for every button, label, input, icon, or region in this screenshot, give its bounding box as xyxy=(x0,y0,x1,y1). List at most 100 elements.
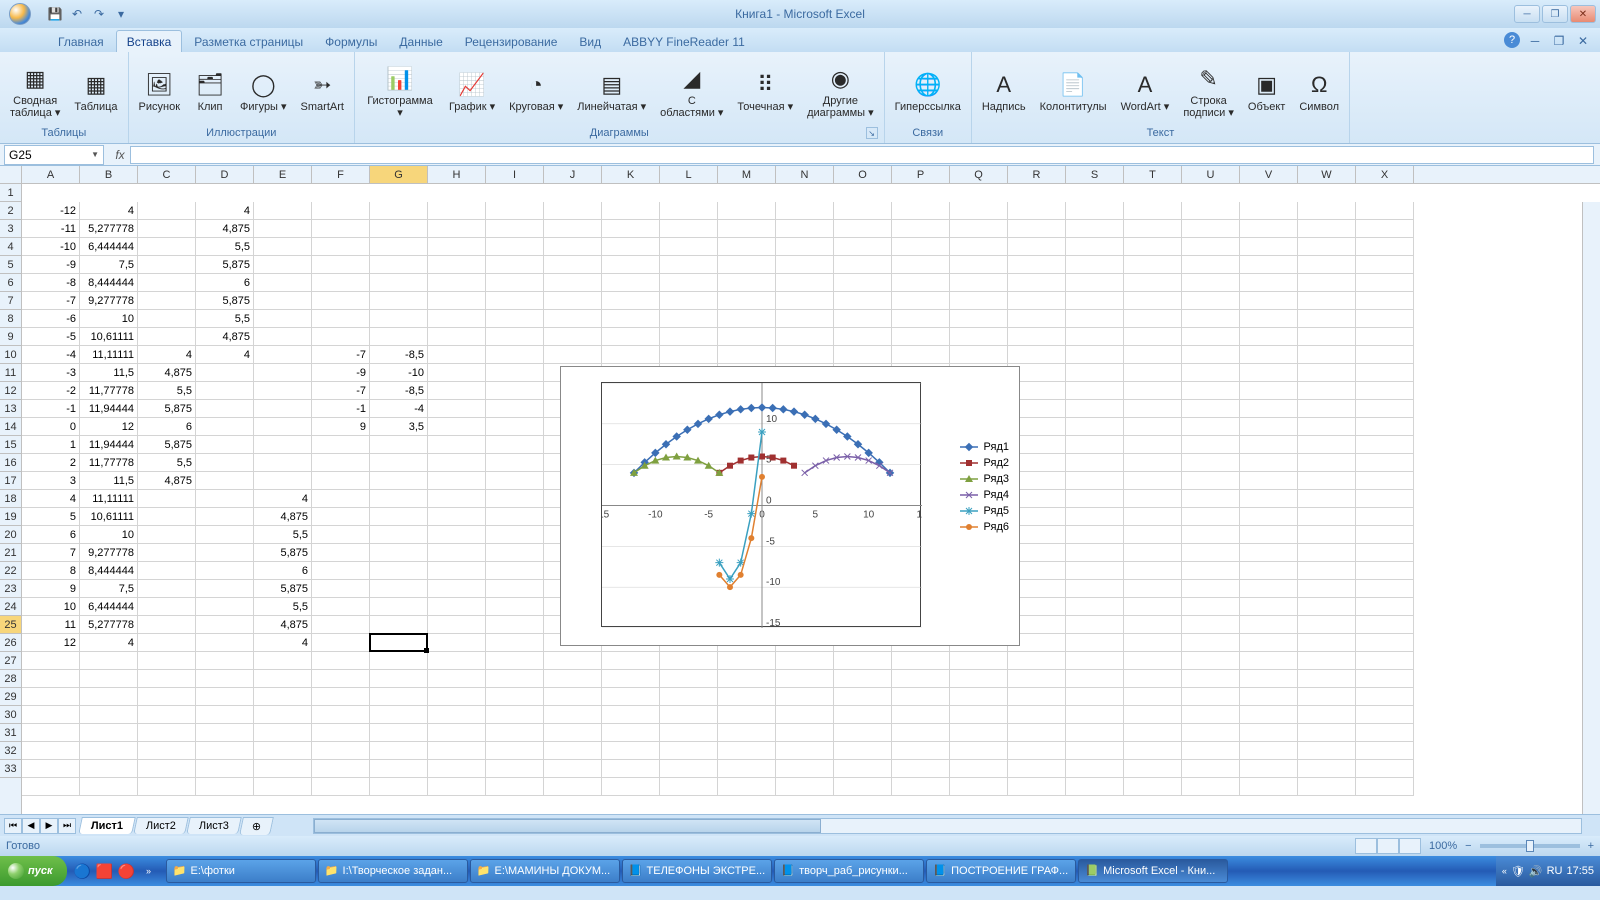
cell[interactable] xyxy=(1182,220,1240,238)
signature-button[interactable]: ✎Строкаподписи ▾ xyxy=(1179,61,1238,121)
embedded-chart[interactable]: -15-10-5051015-15-10-5051015Ряд1Ряд2Ряд3… xyxy=(560,366,1020,646)
view-normal[interactable] xyxy=(1355,838,1377,854)
cell[interactable] xyxy=(1240,544,1298,562)
cell[interactable] xyxy=(660,670,718,688)
cell[interactable] xyxy=(834,274,892,292)
cell[interactable] xyxy=(428,472,486,490)
cell[interactable] xyxy=(428,220,486,238)
new-sheet-button[interactable]: ⊕ xyxy=(239,817,274,835)
ql-app-icon[interactable]: 🟥 xyxy=(95,860,115,882)
cell[interactable] xyxy=(776,274,834,292)
cell[interactable] xyxy=(950,778,1008,796)
legend-item[interactable]: Ряд4 xyxy=(960,489,1009,501)
cell[interactable] xyxy=(254,364,312,382)
cell[interactable] xyxy=(428,760,486,778)
cell[interactable]: 1 xyxy=(22,436,80,454)
cell[interactable] xyxy=(428,634,486,652)
cell[interactable] xyxy=(1240,328,1298,346)
cell[interactable] xyxy=(1356,436,1414,454)
cell[interactable]: 10,61111 xyxy=(80,508,138,526)
column-header[interactable]: J xyxy=(544,166,602,183)
cell[interactable] xyxy=(892,256,950,274)
taskbar-task[interactable]: 📗Microsoft Excel - Кни... xyxy=(1078,859,1228,883)
cell[interactable] xyxy=(138,274,196,292)
cell[interactable]: 4 xyxy=(254,490,312,508)
ribbon-tab-3[interactable]: Формулы xyxy=(315,31,387,52)
row-header[interactable]: 4 xyxy=(0,238,21,256)
column-header[interactable]: C xyxy=(138,166,196,183)
cell[interactable] xyxy=(312,616,370,634)
cell[interactable]: 11,77778 xyxy=(80,382,138,400)
column-header[interactable]: T xyxy=(1124,166,1182,183)
cell[interactable] xyxy=(1240,220,1298,238)
cell[interactable] xyxy=(196,670,254,688)
cell[interactable] xyxy=(1298,382,1356,400)
cell[interactable] xyxy=(1240,274,1298,292)
cell[interactable] xyxy=(1298,220,1356,238)
ribbon-tab-7[interactable]: ABBYY FineReader 11 xyxy=(613,31,755,52)
cell[interactable] xyxy=(312,526,370,544)
cell[interactable] xyxy=(1240,310,1298,328)
cell[interactable] xyxy=(196,472,254,490)
cell[interactable] xyxy=(776,760,834,778)
cell[interactable] xyxy=(370,310,428,328)
cell[interactable] xyxy=(138,634,196,652)
cell[interactable] xyxy=(1298,490,1356,508)
cell[interactable] xyxy=(1356,328,1414,346)
cell[interactable] xyxy=(370,724,428,742)
ribbon-tab-0[interactable]: Главная xyxy=(48,31,114,52)
cell[interactable] xyxy=(80,760,138,778)
cell[interactable] xyxy=(312,256,370,274)
cell[interactable] xyxy=(254,436,312,454)
cell[interactable] xyxy=(22,670,80,688)
cell[interactable]: 5,875 xyxy=(196,292,254,310)
ql-expand[interactable]: » xyxy=(139,860,159,882)
qat-customize[interactable]: ▾ xyxy=(112,5,130,23)
vertical-scrollbar[interactable] xyxy=(1582,202,1600,814)
cell[interactable] xyxy=(1124,382,1182,400)
column-header[interactable]: R xyxy=(1008,166,1066,183)
cell[interactable] xyxy=(776,202,834,220)
cell[interactable] xyxy=(1240,202,1298,220)
cell[interactable] xyxy=(1240,742,1298,760)
cell[interactable] xyxy=(138,706,196,724)
cell[interactable] xyxy=(660,724,718,742)
cell[interactable] xyxy=(254,274,312,292)
cell[interactable] xyxy=(1066,508,1124,526)
sheet-tab[interactable]: Лист3 xyxy=(186,817,242,834)
cell[interactable] xyxy=(1240,256,1298,274)
cell[interactable]: 4 xyxy=(22,490,80,508)
cell[interactable] xyxy=(1008,778,1066,796)
restore-button[interactable]: ❐ xyxy=(1542,5,1568,23)
cell[interactable] xyxy=(80,724,138,742)
ribbon-tab-2[interactable]: Разметка страницы xyxy=(184,31,313,52)
cell[interactable] xyxy=(1066,472,1124,490)
cell[interactable] xyxy=(1240,490,1298,508)
cell[interactable] xyxy=(718,328,776,346)
cell[interactable] xyxy=(138,256,196,274)
cell[interactable] xyxy=(1298,562,1356,580)
cell[interactable] xyxy=(1356,580,1414,598)
office-button[interactable] xyxy=(0,0,40,28)
cell[interactable]: -5 xyxy=(22,328,80,346)
cell[interactable] xyxy=(1066,526,1124,544)
dialog-launcher[interactable]: ↘ xyxy=(866,127,878,139)
cell[interactable] xyxy=(718,274,776,292)
cell[interactable] xyxy=(1356,706,1414,724)
cell[interactable] xyxy=(312,778,370,796)
cell[interactable] xyxy=(1008,346,1066,364)
cell[interactable] xyxy=(312,706,370,724)
cell[interactable] xyxy=(1182,274,1240,292)
cell[interactable] xyxy=(1298,364,1356,382)
cell[interactable]: -6 xyxy=(22,310,80,328)
cell[interactable] xyxy=(138,742,196,760)
cell[interactable] xyxy=(370,742,428,760)
cell[interactable] xyxy=(834,256,892,274)
cell[interactable] xyxy=(660,220,718,238)
cell[interactable] xyxy=(428,652,486,670)
cell[interactable] xyxy=(428,616,486,634)
wordart-button[interactable]: AWordArt ▾ xyxy=(1117,67,1174,115)
cell[interactable] xyxy=(602,346,660,364)
column-header[interactable]: U xyxy=(1182,166,1240,183)
cell[interactable] xyxy=(1356,742,1414,760)
